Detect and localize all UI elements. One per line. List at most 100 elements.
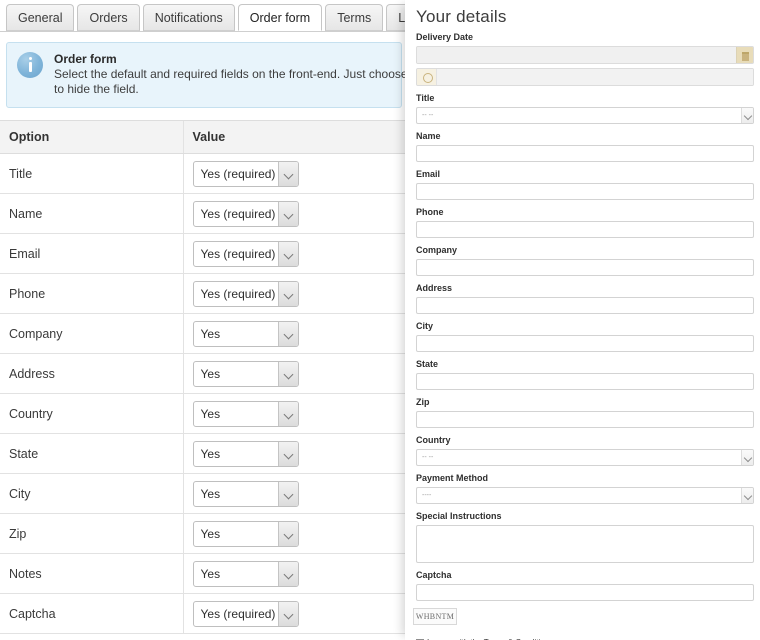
tab-order-form[interactable]: Order form <box>237 4 323 31</box>
value-select[interactable]: Yes <box>192 560 299 587</box>
save-button-row: Save <box>0 634 410 640</box>
field-label-name: Name <box>416 131 441 141</box>
field-label-city: City <box>416 321 434 331</box>
chevron-down-icon <box>277 161 298 186</box>
value-select[interactable]: Yes (required) <box>192 200 299 227</box>
value-select[interactable]: Yes <box>192 440 299 467</box>
value-select[interactable]: Yes <box>192 360 299 387</box>
value-select[interactable]: Yes <box>192 320 299 347</box>
value-select-label: Yes <box>200 446 221 461</box>
field-label-country: Country <box>416 435 451 445</box>
field-group-captcha: Captcha <box>416 570 754 601</box>
table-row: State Yes <box>0 433 410 474</box>
option-name-cell: State <box>0 433 183 474</box>
value-select[interactable]: Yes <box>192 480 299 507</box>
table-row: Company Yes <box>0 313 410 354</box>
info-notice-text: Select the default and required fields o… <box>54 67 410 97</box>
option-value-cell: Yes (required) <box>182 593 410 634</box>
info-notice-line1: Select the default and required fields o… <box>54 67 410 81</box>
phone-input[interactable] <box>416 221 754 238</box>
table-head: Option Value <box>0 120 410 154</box>
value-select-label: Yes <box>200 406 221 421</box>
option-value-cell: Yes (required) <box>182 273 410 314</box>
option-name-cell: Zip <box>0 513 183 554</box>
option-value-cell: Yes (required) <box>182 153 410 194</box>
field-group-title: Title -- -- <box>416 93 754 124</box>
delivery-time-row <box>416 68 754 86</box>
value-select-label: Yes (required) <box>200 246 276 261</box>
chevron-down-icon <box>741 108 753 123</box>
value-select[interactable]: Yes (required) <box>192 240 299 267</box>
value-select-label: Yes <box>200 366 221 381</box>
field-label-title: Title <box>416 93 435 103</box>
city-input[interactable] <box>416 335 754 352</box>
field-group-special-instructions: Special Instructions <box>416 511 754 563</box>
calendar-icon[interactable] <box>736 47 753 63</box>
value-select[interactable]: Yes <box>192 520 299 547</box>
table-row: City Yes <box>0 473 410 514</box>
value-select-label: Yes <box>200 526 221 541</box>
country-select[interactable]: -- -- <box>416 449 754 466</box>
option-value-cell: Yes <box>182 313 410 354</box>
title-select[interactable]: -- -- <box>416 107 754 124</box>
chevron-down-icon <box>277 361 298 386</box>
value-select[interactable]: Yes (required) <box>192 600 299 627</box>
delivery-date-row <box>416 46 754 64</box>
clock-icon[interactable] <box>417 69 437 85</box>
captcha-image: WHBNTM <box>413 608 457 625</box>
email-input[interactable] <box>416 183 754 200</box>
info-notice-title: Order form <box>54 52 117 66</box>
address-input[interactable] <box>416 297 754 314</box>
chevron-down-icon <box>277 241 298 266</box>
zip-input[interactable] <box>416 411 754 428</box>
table-row: Address Yes <box>0 353 410 394</box>
info-notice-body: Order form Select the default and requir… <box>54 52 410 97</box>
value-select-label: Yes <box>200 486 221 501</box>
order-form-options-table: Option Value Title Yes (required) Name Yes … <box>0 120 410 634</box>
option-value-cell: Yes <box>182 473 410 514</box>
tab-orders[interactable]: Orders <box>77 4 140 31</box>
tab-notifications[interactable]: Notifications <box>142 4 235 31</box>
country-select-value: -- -- <box>422 454 434 461</box>
value-select[interactable]: Yes (required) <box>192 280 299 307</box>
field-group-address: Address <box>416 283 754 314</box>
chevron-down-icon <box>277 321 298 346</box>
table-row: Notes Yes <box>0 553 410 594</box>
table-row: Country Yes <box>0 393 410 434</box>
value-select[interactable]: Yes (required) <box>192 160 299 187</box>
value-select-label: Yes (required) <box>200 166 276 181</box>
captcha-input[interactable] <box>416 584 754 601</box>
option-value-cell: Yes (required) <box>182 233 410 274</box>
field-group-payment-method: Payment Method ---- <box>416 473 754 504</box>
name-input[interactable] <box>416 145 754 162</box>
field-group-name: Name <box>416 131 754 162</box>
chevron-down-icon <box>277 281 298 306</box>
field-group-city: City <box>416 321 754 352</box>
column-header-option: Option <box>0 120 183 154</box>
option-name-cell: Phone <box>0 273 183 314</box>
payment-method-select[interactable]: ---- <box>416 487 754 504</box>
special-instructions-input[interactable] <box>416 525 754 563</box>
value-select-label: Yes <box>200 566 221 581</box>
field-label-address: Address <box>416 283 453 293</box>
chevron-down-icon <box>277 601 298 626</box>
table-row: Name Yes (required) <box>0 193 410 234</box>
state-input[interactable] <box>416 373 754 390</box>
value-select[interactable]: Yes <box>192 400 299 427</box>
company-input[interactable] <box>416 259 754 276</box>
chevron-down-icon <box>277 481 298 506</box>
delivery-time-input[interactable] <box>437 69 753 85</box>
option-value-cell: Yes <box>182 553 410 594</box>
title-select-value: -- -- <box>422 112 434 119</box>
value-select-label: Yes (required) <box>200 286 276 301</box>
delivery-date-input[interactable] <box>417 47 736 63</box>
field-group-zip: Zip <box>416 397 754 428</box>
tab-general[interactable]: General <box>6 4 75 31</box>
option-value-cell: Yes <box>182 513 410 554</box>
info-icon <box>17 52 43 78</box>
info-notice: Order form Select the default and requir… <box>6 42 410 108</box>
tab-terms[interactable]: Terms <box>325 4 384 31</box>
field-label-special-instructions: Special Instructions <box>416 511 502 521</box>
app-root: General Orders Notifications Order form Term… <box>0 0 760 640</box>
chevron-down-icon <box>277 521 298 546</box>
